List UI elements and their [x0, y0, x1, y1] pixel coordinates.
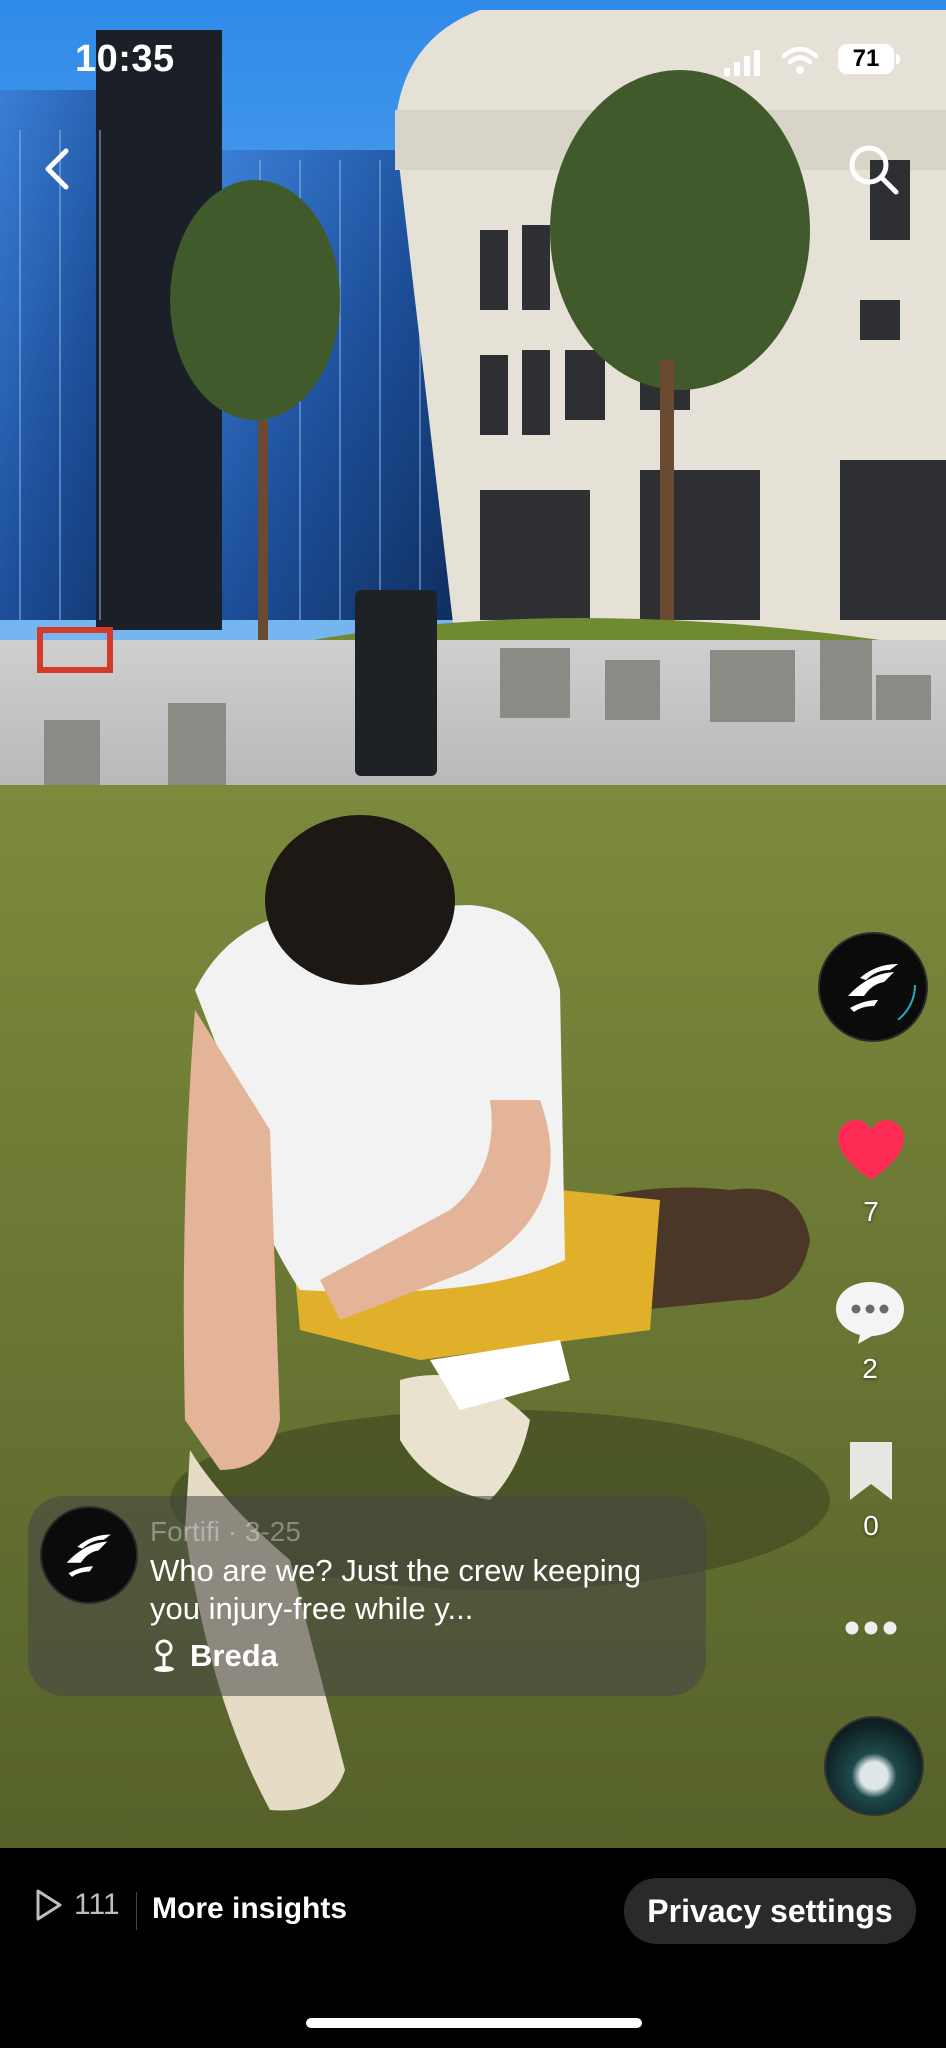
bottom-divider — [136, 1892, 137, 1930]
back-button[interactable] — [38, 145, 78, 193]
like-heart-icon[interactable] — [836, 1118, 906, 1188]
runner-logo-icon — [66, 1534, 111, 1577]
wifi-icon — [782, 46, 818, 74]
battery-indicator: 71 — [838, 44, 900, 74]
battery-level: 71 — [852, 45, 880, 72]
privacy-settings-label: Privacy settings — [647, 1892, 893, 1929]
caption-text[interactable]: Who are we? Just the crew keeping you in… — [150, 1552, 670, 1628]
privacy-settings-button[interactable]: Privacy settings — [624, 1878, 916, 1944]
search-button[interactable] — [846, 142, 900, 196]
author-and-date[interactable]: Fortifi · 3-25 — [150, 1516, 301, 1548]
bookmark-icon[interactable] — [846, 1440, 896, 1502]
save-count: 0 — [863, 1510, 879, 1541]
cellular-signal-icon — [724, 50, 760, 76]
more-options-icon[interactable] — [836, 1608, 906, 1648]
comment-count: 2 — [862, 1353, 878, 1384]
location-pin-icon — [154, 1639, 174, 1672]
creator-avatar[interactable] — [818, 932, 928, 1042]
comment-bubble-icon[interactable] — [834, 1278, 906, 1346]
location-tag[interactable]: Breda — [152, 1638, 278, 1674]
home-indicator — [306, 2018, 642, 2028]
like-count: 7 — [863, 1196, 879, 1227]
view-count-value: 111 — [74, 1888, 120, 1921]
view-count: 111 — [34, 1888, 120, 1922]
status-time: 10:35 — [75, 38, 175, 80]
location-label: Breda — [190, 1638, 278, 1673]
caption-avatar[interactable] — [40, 1506, 138, 1604]
music-disc[interactable] — [824, 1716, 924, 1816]
more-insights-link[interactable]: More insights — [152, 1892, 347, 1926]
play-outline-icon — [36, 1889, 62, 1921]
runner-logo-icon — [826, 940, 916, 1030]
